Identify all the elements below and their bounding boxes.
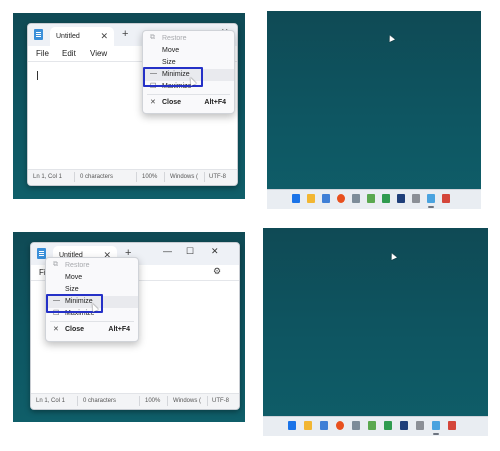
status-position: Ln 1, Col 1 <box>33 174 63 180</box>
document-icon[interactable] <box>352 194 360 203</box>
notepad-icon[interactable] <box>368 421 376 430</box>
status-characters: 0 characters <box>83 398 117 404</box>
close-shortcut: Alt+F4 <box>108 326 130 333</box>
menu-item-move[interactable]: Move <box>46 272 138 284</box>
photos-icon[interactable] <box>322 194 330 203</box>
windows-start-icon[interactable] <box>288 421 296 430</box>
notepad-app-icon[interactable] <box>34 29 43 40</box>
notepad-taskbar-icon[interactable] <box>427 194 435 203</box>
menu-item-move[interactable]: Move <box>143 45 234 57</box>
spreadsheet-icon[interactable] <box>382 194 390 203</box>
panel-desktop-2 <box>263 228 488 436</box>
mouse-cursor-icon <box>387 34 395 42</box>
minimize-window-icon[interactable]: — <box>163 246 172 256</box>
taskbar <box>263 416 488 436</box>
minimize-icon: — <box>53 297 60 304</box>
menu-item-size[interactable]: Size <box>143 57 234 69</box>
status-encoding[interactable]: UTF-8 <box>212 398 229 404</box>
menu-item-close[interactable]: ✕ Close Alt+F4 <box>46 324 138 336</box>
l-app-icon[interactable] <box>397 194 405 203</box>
status-position: Ln 1, Col 1 <box>36 398 66 404</box>
firefox-icon[interactable] <box>336 421 344 430</box>
maximize-icon: ☐ <box>150 83 157 90</box>
panel-notepad-menu-1: Untitled ✕ + ✕ File Edit View Ln 1, Col … <box>13 13 245 199</box>
close-window-icon[interactable]: ✕ <box>211 246 219 257</box>
windows-start-icon[interactable] <box>292 194 300 203</box>
status-encoding[interactable]: UTF-8 <box>209 174 226 180</box>
pinned-app-icon[interactable] <box>448 421 456 430</box>
firefox-icon[interactable] <box>337 194 345 203</box>
close-icon: ✕ <box>53 326 59 333</box>
minimize-icon: — <box>150 70 157 77</box>
mouse-cursor-icon <box>389 252 397 260</box>
taskbar <box>267 189 481 209</box>
system-menu: ⧉ Restore Move Size — Minimize ☐ Maximiz… <box>142 30 235 114</box>
status-zoom[interactable]: 100% <box>142 174 157 180</box>
close-shortcut: Alt+F4 <box>204 99 226 106</box>
menu-file[interactable]: File <box>36 49 49 58</box>
menu-edit[interactable]: Edit <box>62 49 76 58</box>
tab-untitled[interactable]: Untitled ✕ <box>50 27 114 46</box>
new-tab-button[interactable]: + <box>122 28 128 40</box>
pinned-app-icon[interactable] <box>442 194 450 203</box>
status-characters: 0 characters <box>80 174 114 180</box>
tab-close-icon[interactable]: ✕ <box>100 31 108 42</box>
status-zoom[interactable]: 100% <box>145 398 160 404</box>
menu-item-maximize[interactable]: ☐ Maximize <box>143 81 234 93</box>
status-bar: Ln 1, Col 1 0 characters 100% Windows ( … <box>28 169 237 185</box>
document-icon[interactable] <box>352 421 360 430</box>
file-explorer-icon[interactable] <box>304 421 312 430</box>
arrow-app-icon[interactable] <box>412 194 420 203</box>
spreadsheet-icon[interactable] <box>384 421 392 430</box>
notepad-taskbar-icon[interactable] <box>432 421 440 430</box>
status-line-ending[interactable]: Windows ( <box>170 174 198 180</box>
restore-icon: ⧉ <box>150 34 155 41</box>
panel-notepad-menu-2: Untitled ✕ + — ☐ ✕ File ⚙ Ln 1, Col 1 0 … <box>13 232 245 422</box>
photos-icon[interactable] <box>320 421 328 430</box>
menu-item-close[interactable]: ✕ Close Alt+F4 <box>143 97 234 109</box>
close-icon: ✕ <box>150 99 156 106</box>
maximize-window-icon[interactable]: ☐ <box>186 246 194 257</box>
notepad-app-icon[interactable] <box>37 248 46 259</box>
panel-desktop-1 <box>267 11 481 209</box>
restore-icon: ⧉ <box>53 261 58 268</box>
settings-gear-icon[interactable]: ⚙ <box>213 266 221 277</box>
status-line-ending[interactable]: Windows ( <box>173 398 201 404</box>
system-menu: ⧉ Restore Move Size — Minimize ☐ Maximiz… <box>45 257 139 342</box>
arrow-app-icon[interactable] <box>416 421 424 430</box>
notepad-icon[interactable] <box>367 194 375 203</box>
l-app-icon[interactable] <box>400 421 408 430</box>
menu-view[interactable]: View <box>90 49 107 58</box>
status-bar: Ln 1, Col 1 0 characters 100% Windows ( … <box>31 393 239 409</box>
file-explorer-icon[interactable] <box>307 194 315 203</box>
menu-item-size[interactable]: Size <box>46 284 138 296</box>
menu-item-restore[interactable]: ⧉ Restore <box>46 260 138 272</box>
maximize-icon: ☐ <box>53 310 60 317</box>
tab-title: Untitled <box>56 33 80 40</box>
menu-item-restore[interactable]: ⧉ Restore <box>143 33 234 45</box>
